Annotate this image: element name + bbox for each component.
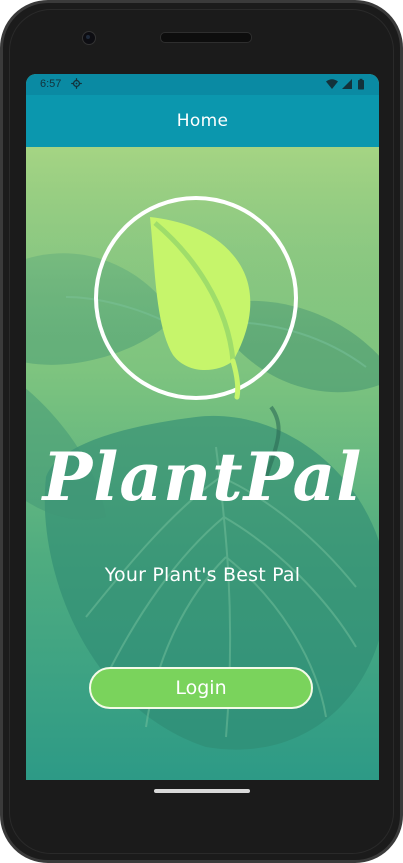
leaf-icon <box>150 217 251 400</box>
logo-emblem <box>94 196 298 400</box>
app-screen: 6:57 Home PlantPal Your Plant's Best Pal… <box>26 74 379 780</box>
front-camera <box>82 31 96 45</box>
status-bar: 6:57 <box>26 74 379 95</box>
battery-icon <box>358 78 364 90</box>
gesture-navigation-handle[interactable] <box>154 789 250 793</box>
earpiece-speaker <box>160 32 252 43</box>
landing-content: PlantPal Your Plant's Best Pal Login <box>26 147 379 780</box>
brand-title: PlantPal <box>42 438 363 516</box>
login-button[interactable]: Login <box>89 667 313 709</box>
signal-icon <box>342 79 352 89</box>
app-bar: Home <box>26 95 379 147</box>
settings-gear-icon <box>71 78 82 89</box>
page-title: Home <box>176 111 229 131</box>
wifi-icon <box>326 79 338 89</box>
status-time: 6:57 <box>40 78 62 90</box>
status-indicators <box>326 78 364 90</box>
tagline: Your Plant's Best Pal <box>104 564 301 586</box>
phone-frame: 6:57 Home PlantPal Your Plant's Best Pal… <box>0 0 403 863</box>
